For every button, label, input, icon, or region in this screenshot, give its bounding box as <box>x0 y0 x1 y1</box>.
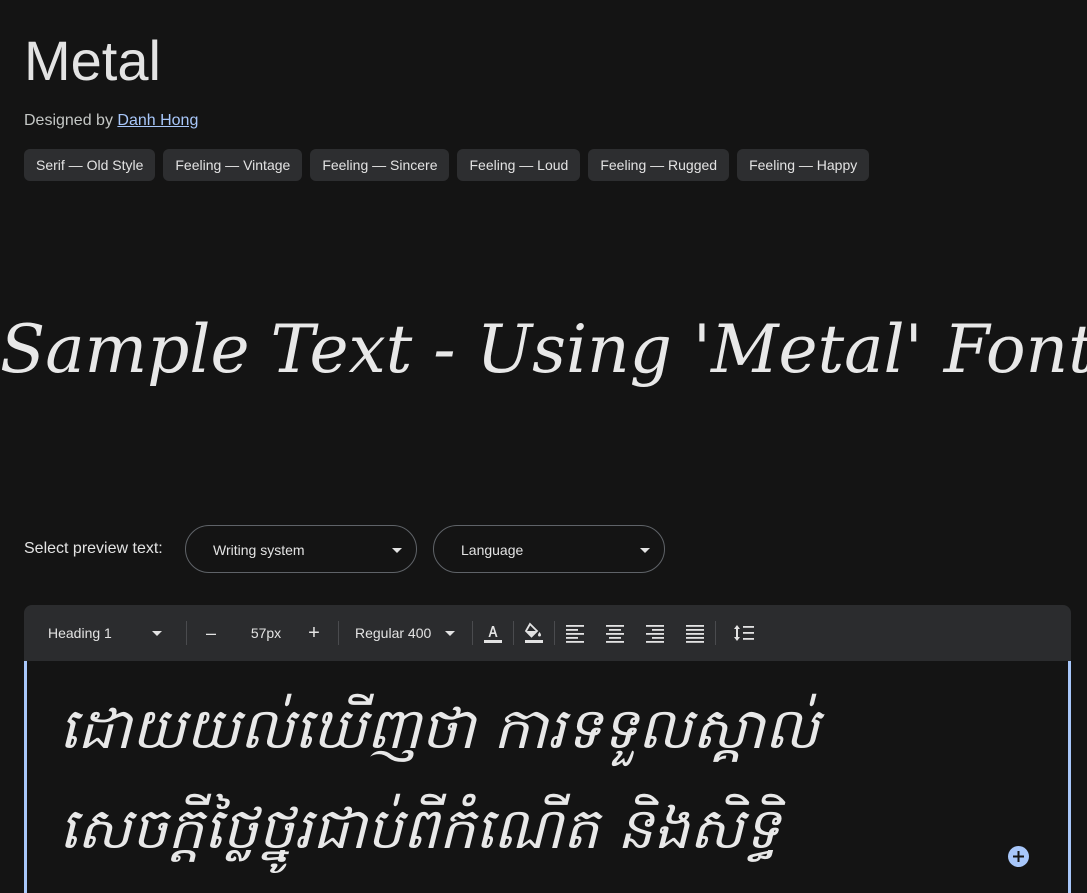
font-title: Metal <box>24 29 161 92</box>
font-weight-label: Regular 400 <box>355 625 432 641</box>
designer-line: Designed by Danh Hong <box>24 110 198 132</box>
align-left-icon[interactable] <box>563 621 587 645</box>
editor-toolbar: Heading 1 – 57px + Regular 400 <box>24 605 1071 661</box>
increase-size-button[interactable]: + <box>304 605 324 661</box>
font-specimen-page: Metal Designed by Danh Hong Serif — Old … <box>0 0 1087 893</box>
chevron-down-icon <box>640 548 650 553</box>
toolbar-divider <box>186 621 187 645</box>
tag-chip[interactable]: Feeling — Sincere <box>310 149 450 181</box>
align-right-icon[interactable] <box>643 621 667 645</box>
preview-editor[interactable]: ដោយយល់ឃើញថា ការទទួលស្គាល់ សេចក្ដីថ្លៃថ្ន… <box>24 661 1071 893</box>
tag-chip[interactable]: Feeling — Vintage <box>163 149 303 181</box>
plus-icon <box>1013 851 1024 862</box>
toolbar-divider <box>554 621 555 645</box>
toolbar-divider <box>338 621 339 645</box>
align-center-icon[interactable] <box>603 621 627 645</box>
chevron-down-icon <box>152 631 162 636</box>
text-color-icon[interactable] <box>481 621 505 645</box>
tag-chip[interactable]: Feeling — Rugged <box>588 149 730 181</box>
designer-link[interactable]: Danh Hong <box>117 112 198 129</box>
writing-system-select[interactable]: Writing system <box>185 525 417 573</box>
decrease-size-button[interactable]: – <box>202 605 220 661</box>
font-size-value[interactable]: 57px <box>246 605 286 661</box>
add-preview-button[interactable] <box>1008 846 1029 867</box>
sample-text-banner: Sample Text - Using 'Metal' Font. <box>0 311 1087 388</box>
tag-chip[interactable]: Serif — Old Style <box>24 149 156 181</box>
toolbar-divider <box>472 621 473 645</box>
text-style-select[interactable]: Heading 1 <box>48 605 168 661</box>
tag-list: Serif — Old Style Feeling — Vintage Feel… <box>24 149 870 181</box>
writing-system-label: Writing system <box>213 542 305 558</box>
background-color-icon[interactable] <box>522 621 546 645</box>
toolbar-divider <box>715 621 716 645</box>
language-label: Language <box>461 542 524 558</box>
designed-by-label: Designed by <box>24 112 113 129</box>
toolbar-divider <box>513 621 514 645</box>
text-style-label: Heading 1 <box>48 625 112 641</box>
chevron-down-icon <box>392 548 402 553</box>
language-select[interactable]: Language <box>433 525 665 573</box>
font-weight-select[interactable]: Regular 400 <box>355 605 465 661</box>
tag-chip[interactable]: Feeling — Loud <box>457 149 581 181</box>
chevron-down-icon <box>445 631 455 636</box>
line-height-icon[interactable] <box>732 621 756 645</box>
align-justify-icon[interactable] <box>683 621 707 645</box>
preview-editor-text[interactable]: ដោយយល់ឃើញថា ការទទួលស្គាល់ សេចក្ដីថ្លៃថ្ន… <box>59 679 999 879</box>
preview-text-label: Select preview text: <box>24 540 163 557</box>
tag-chip[interactable]: Feeling — Happy <box>737 149 870 181</box>
